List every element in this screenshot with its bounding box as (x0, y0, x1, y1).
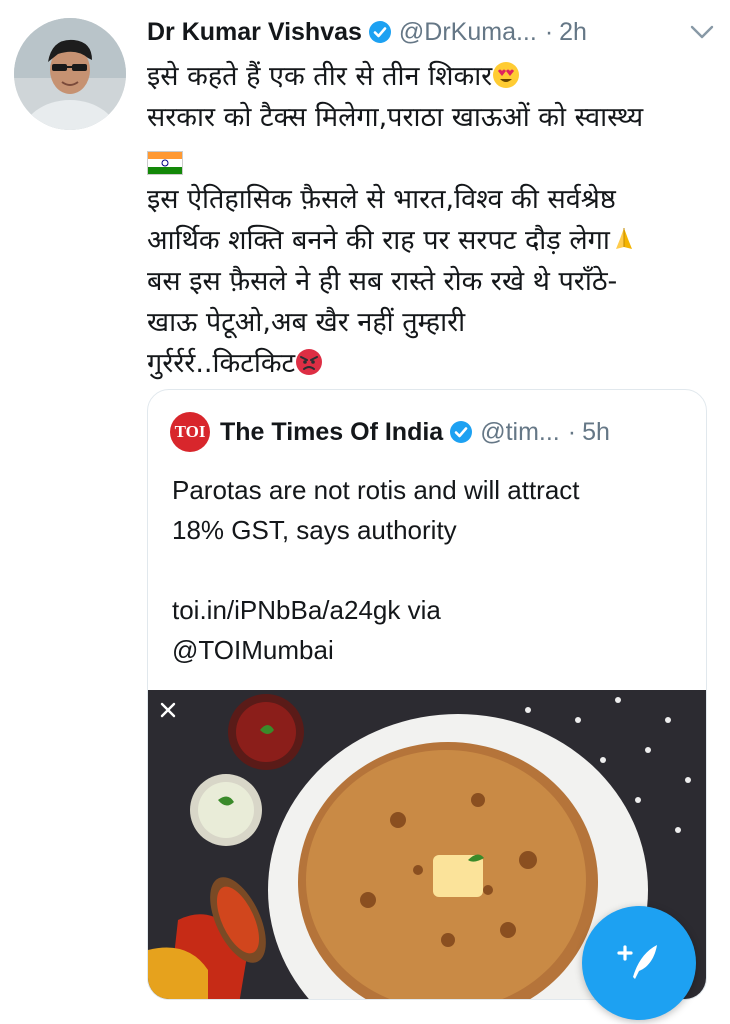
verified-badge-icon (368, 20, 392, 44)
tweet-line (147, 138, 717, 179)
tweet-line: सरकार को टैक्स मिलेगा,पराठा खाऊओं को स्व… (147, 102, 644, 133)
compose-tweet-icon (611, 933, 667, 993)
tweet-line: आर्थिक शक्ति बनने की राह पर सरपट दौड़ ले… (147, 220, 717, 261)
tweet-header: Dr Kumar Vishvas @DrKuma... · 2h (147, 12, 717, 52)
indian-flag-emoji (147, 150, 183, 175)
compose-tweet-button[interactable] (582, 906, 696, 1020)
folded-hands-emoji (610, 225, 638, 253)
author-handle[interactable]: @DrKuma... (399, 18, 537, 47)
chevron-down-icon[interactable] (687, 17, 717, 47)
heart-eyes-emoji (492, 61, 520, 89)
toi-logo: TOI (170, 412, 210, 452)
tweet-text: इसे कहते हैं एक तीर से तीन शिकार सरकार क… (147, 56, 717, 384)
tweet-line: गुर्रर्रर्र..किटकिट (147, 343, 717, 384)
quoted-author-name[interactable]: The Times Of India (220, 418, 443, 447)
quoted-tweet-text: Parotas are not rotis and will attract 1… (172, 470, 692, 670)
tweet-line: खाऊ पेटूओ,अब खैर नहीं तुम्हारी (147, 307, 466, 338)
quoted-text-line: 18% GST, says authority (172, 515, 457, 545)
tweet[interactable]: Dr Kumar Vishvas @DrKuma... · 2h इसे कहत… (147, 12, 717, 384)
quoted-author-handle[interactable]: @tim... (480, 418, 560, 447)
author-name[interactable]: Dr Kumar Vishvas (147, 18, 362, 47)
tweet-line: बस इस फ़ैसले ने ही सब रास्ते रोक रखे थे … (147, 266, 618, 297)
separator-dot: · (544, 17, 554, 46)
tweet-timestamp[interactable]: 2h (559, 18, 587, 47)
close-icon[interactable] (154, 696, 182, 724)
quoted-tweet-header: TOI The Times Of India @tim... · 5h (170, 412, 686, 452)
quoted-text-line: Parotas are not rotis and will attract (172, 475, 580, 505)
tweet-line: इस ऐतिहासिक फ़ैसले से भारत,विश्व की सर्व… (147, 184, 616, 215)
quoted-link[interactable]: toi.in/iPNbBa/a24gk via (172, 590, 692, 630)
author-avatar[interactable] (14, 18, 126, 130)
tweet-line: इसे कहते हैं एक तीर से तीन शिकार (147, 56, 717, 97)
quoted-mention[interactable]: @TOIMumbai (172, 630, 692, 670)
verified-badge-icon (449, 420, 473, 444)
separator-dot: · (567, 417, 577, 446)
angry-face-emoji (295, 348, 323, 376)
quoted-timestamp[interactable]: 5h (582, 418, 610, 447)
